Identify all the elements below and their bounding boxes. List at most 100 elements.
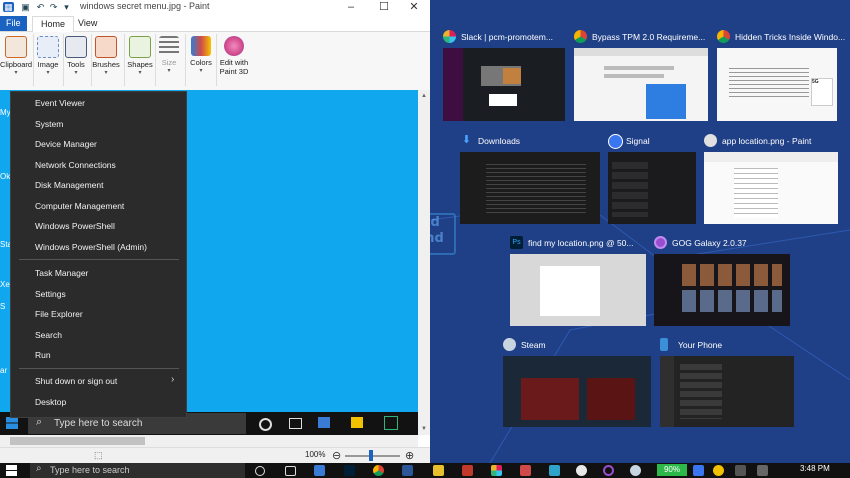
- chrome-icon[interactable]: [373, 465, 384, 476]
- chevron-right-icon: ›: [171, 374, 175, 385]
- cortana-icon[interactable]: [255, 466, 265, 476]
- redo-icon[interactable]: ↷: [48, 2, 59, 12]
- menu-item-network-connections[interactable]: Network Connections: [35, 160, 116, 170]
- image-group[interactable]: Image ▾: [33, 36, 63, 78]
- app-icon[interactable]: [520, 465, 531, 476]
- brushes-label: Brushes: [92, 60, 120, 69]
- maximize-button[interactable]: ☐: [368, 0, 400, 15]
- menu-item-event-viewer[interactable]: Event Viewer: [35, 98, 85, 108]
- file-explorer-icon[interactable]: [433, 465, 444, 476]
- window-title: windows secret menu.jpg - Paint: [80, 1, 210, 11]
- ribbon: Clipboard ▾ Image ▾ Tools ▾ Brushes ▾ Sh…: [0, 32, 430, 91]
- size-label: Size: [161, 58, 177, 67]
- menu-item-system[interactable]: System: [35, 119, 63, 129]
- app-icon[interactable]: [549, 465, 560, 476]
- signal-icon: [608, 134, 623, 149]
- watermark-line2: Land: [430, 231, 444, 246]
- app-icon[interactable]: [713, 465, 724, 476]
- gog-icon[interactable]: [603, 465, 614, 476]
- gog-icon: [654, 236, 667, 249]
- site-watermark-logo: 2nd Land: [430, 213, 456, 255]
- menu-item-settings[interactable]: Settings: [35, 289, 66, 299]
- image-label: Image: [37, 60, 59, 69]
- zoom-slider-thumb[interactable]: [369, 450, 373, 461]
- slack-icon[interactable]: [491, 465, 502, 476]
- clipboard-label: Clipboard: [0, 60, 33, 69]
- window-title: app location.png - Paint: [722, 136, 812, 146]
- menu-item-device-manager[interactable]: Device Manager: [35, 139, 97, 149]
- edge-icon[interactable]: [314, 465, 325, 476]
- horizontal-scrollbar[interactable]: [0, 435, 418, 447]
- word-icon[interactable]: [402, 465, 413, 476]
- zoom-in-button[interactable]: ⊕: [405, 449, 414, 462]
- taskbar-search-box[interactable]: ⌕ Type here to search: [30, 463, 245, 478]
- scroll-thumb[interactable]: [10, 437, 145, 445]
- menu-item-file-explorer[interactable]: File Explorer: [35, 309, 83, 319]
- search-icon: ⌕: [36, 463, 42, 474]
- chevron-down-icon: ▾: [199, 68, 203, 74]
- menu-item-disk-management[interactable]: Disk Management: [35, 180, 104, 190]
- desktop-icon-label: Xe: [0, 280, 10, 289]
- window-thumbnail: [503, 356, 651, 427]
- save-icon[interactable]: ▣: [20, 2, 31, 12]
- steam-icon[interactable]: [630, 465, 641, 476]
- tab-view[interactable]: View: [70, 16, 105, 31]
- chrome-icon: [574, 30, 587, 43]
- menu-item-shutdown[interactable]: Shut down or sign out: [35, 376, 117, 386]
- tab-file[interactable]: File: [0, 16, 27, 31]
- app-icon[interactable]: [693, 465, 704, 476]
- paint-app-icon: ▦: [3, 2, 14, 12]
- app-icon[interactable]: [735, 465, 746, 476]
- window-title: Bypass TPM 2.0 Requireme...: [592, 32, 706, 42]
- size-group[interactable]: Size ▾: [154, 36, 184, 76]
- vertical-scrollbar[interactable]: ▲ ▼: [418, 90, 430, 435]
- menu-item-computer-management[interactable]: Computer Management: [35, 201, 124, 211]
- desktop-icon-label: Ok: [0, 172, 11, 181]
- paint-icon: [704, 134, 717, 147]
- app-icon[interactable]: [462, 465, 473, 476]
- window-title: find my location.png @ 50...: [528, 238, 634, 248]
- brushes-group[interactable]: Brushes ▾: [90, 36, 122, 78]
- title-bar: ▦ ▣ ↶ ↷ ▾ windows secret menu.jpg - Pain…: [0, 0, 430, 16]
- download-folder-icon: ⬇: [461, 134, 472, 146]
- window-title: Slack | pcm-promotem...: [461, 32, 553, 42]
- menu-item-search[interactable]: Search: [35, 330, 62, 340]
- shapes-group[interactable]: Shapes ▾: [125, 36, 155, 78]
- colors-group[interactable]: Colors ▾: [186, 36, 216, 76]
- store-icon: [351, 417, 363, 428]
- scroll-down-icon[interactable]: ▼: [418, 423, 430, 435]
- watermark-line1: 2nd: [430, 215, 440, 230]
- clipboard-group[interactable]: Clipboard ▾: [0, 36, 32, 78]
- chevron-down-icon: ▾: [14, 70, 18, 76]
- paint-window: ▦ ▣ ↶ ↷ ▾ windows secret menu.jpg - Pain…: [0, 0, 430, 463]
- paint3d-group[interactable]: Edit with Paint 3D: [217, 36, 251, 76]
- brush-icon: [95, 36, 117, 58]
- scroll-up-icon[interactable]: ▲: [418, 90, 430, 102]
- menu-item-powershell[interactable]: Windows PowerShell: [35, 221, 115, 231]
- palette-icon: [191, 36, 211, 56]
- task-view-button-icon[interactable]: [285, 466, 296, 476]
- chevron-down-icon: ▾: [104, 70, 108, 76]
- undo-icon[interactable]: ↶: [35, 2, 46, 12]
- close-button[interactable]: ✕: [398, 0, 430, 15]
- menu-separator: [19, 259, 179, 260]
- menu-item-run[interactable]: Run: [35, 350, 51, 360]
- tab-home[interactable]: Home: [32, 16, 75, 32]
- tools-group[interactable]: Tools ▾: [61, 36, 91, 78]
- zoom-out-button[interactable]: ⊖: [332, 449, 341, 462]
- menu-item-desktop[interactable]: Desktop: [35, 397, 66, 407]
- start-button[interactable]: [6, 465, 17, 476]
- app-icon[interactable]: [757, 465, 768, 476]
- menu-item-powershell-admin[interactable]: Windows PowerShell (Admin): [35, 242, 147, 252]
- window-title: Downloads: [478, 136, 521, 146]
- photoshop-icon[interactable]: [344, 465, 355, 476]
- search-placeholder: Type here to search: [50, 465, 130, 475]
- desktop-icon-label: S: [0, 302, 6, 311]
- menu-item-task-manager[interactable]: Task Manager: [35, 268, 88, 278]
- phone-icon: [660, 338, 668, 351]
- app-icon[interactable]: [576, 465, 587, 476]
- minimize-button[interactable]: –: [335, 0, 367, 15]
- task-view-icon: [289, 418, 302, 429]
- quick-access-dropdown-icon[interactable]: ▾: [61, 2, 72, 12]
- window-title: GOG Galaxy 2.0.37: [672, 238, 747, 248]
